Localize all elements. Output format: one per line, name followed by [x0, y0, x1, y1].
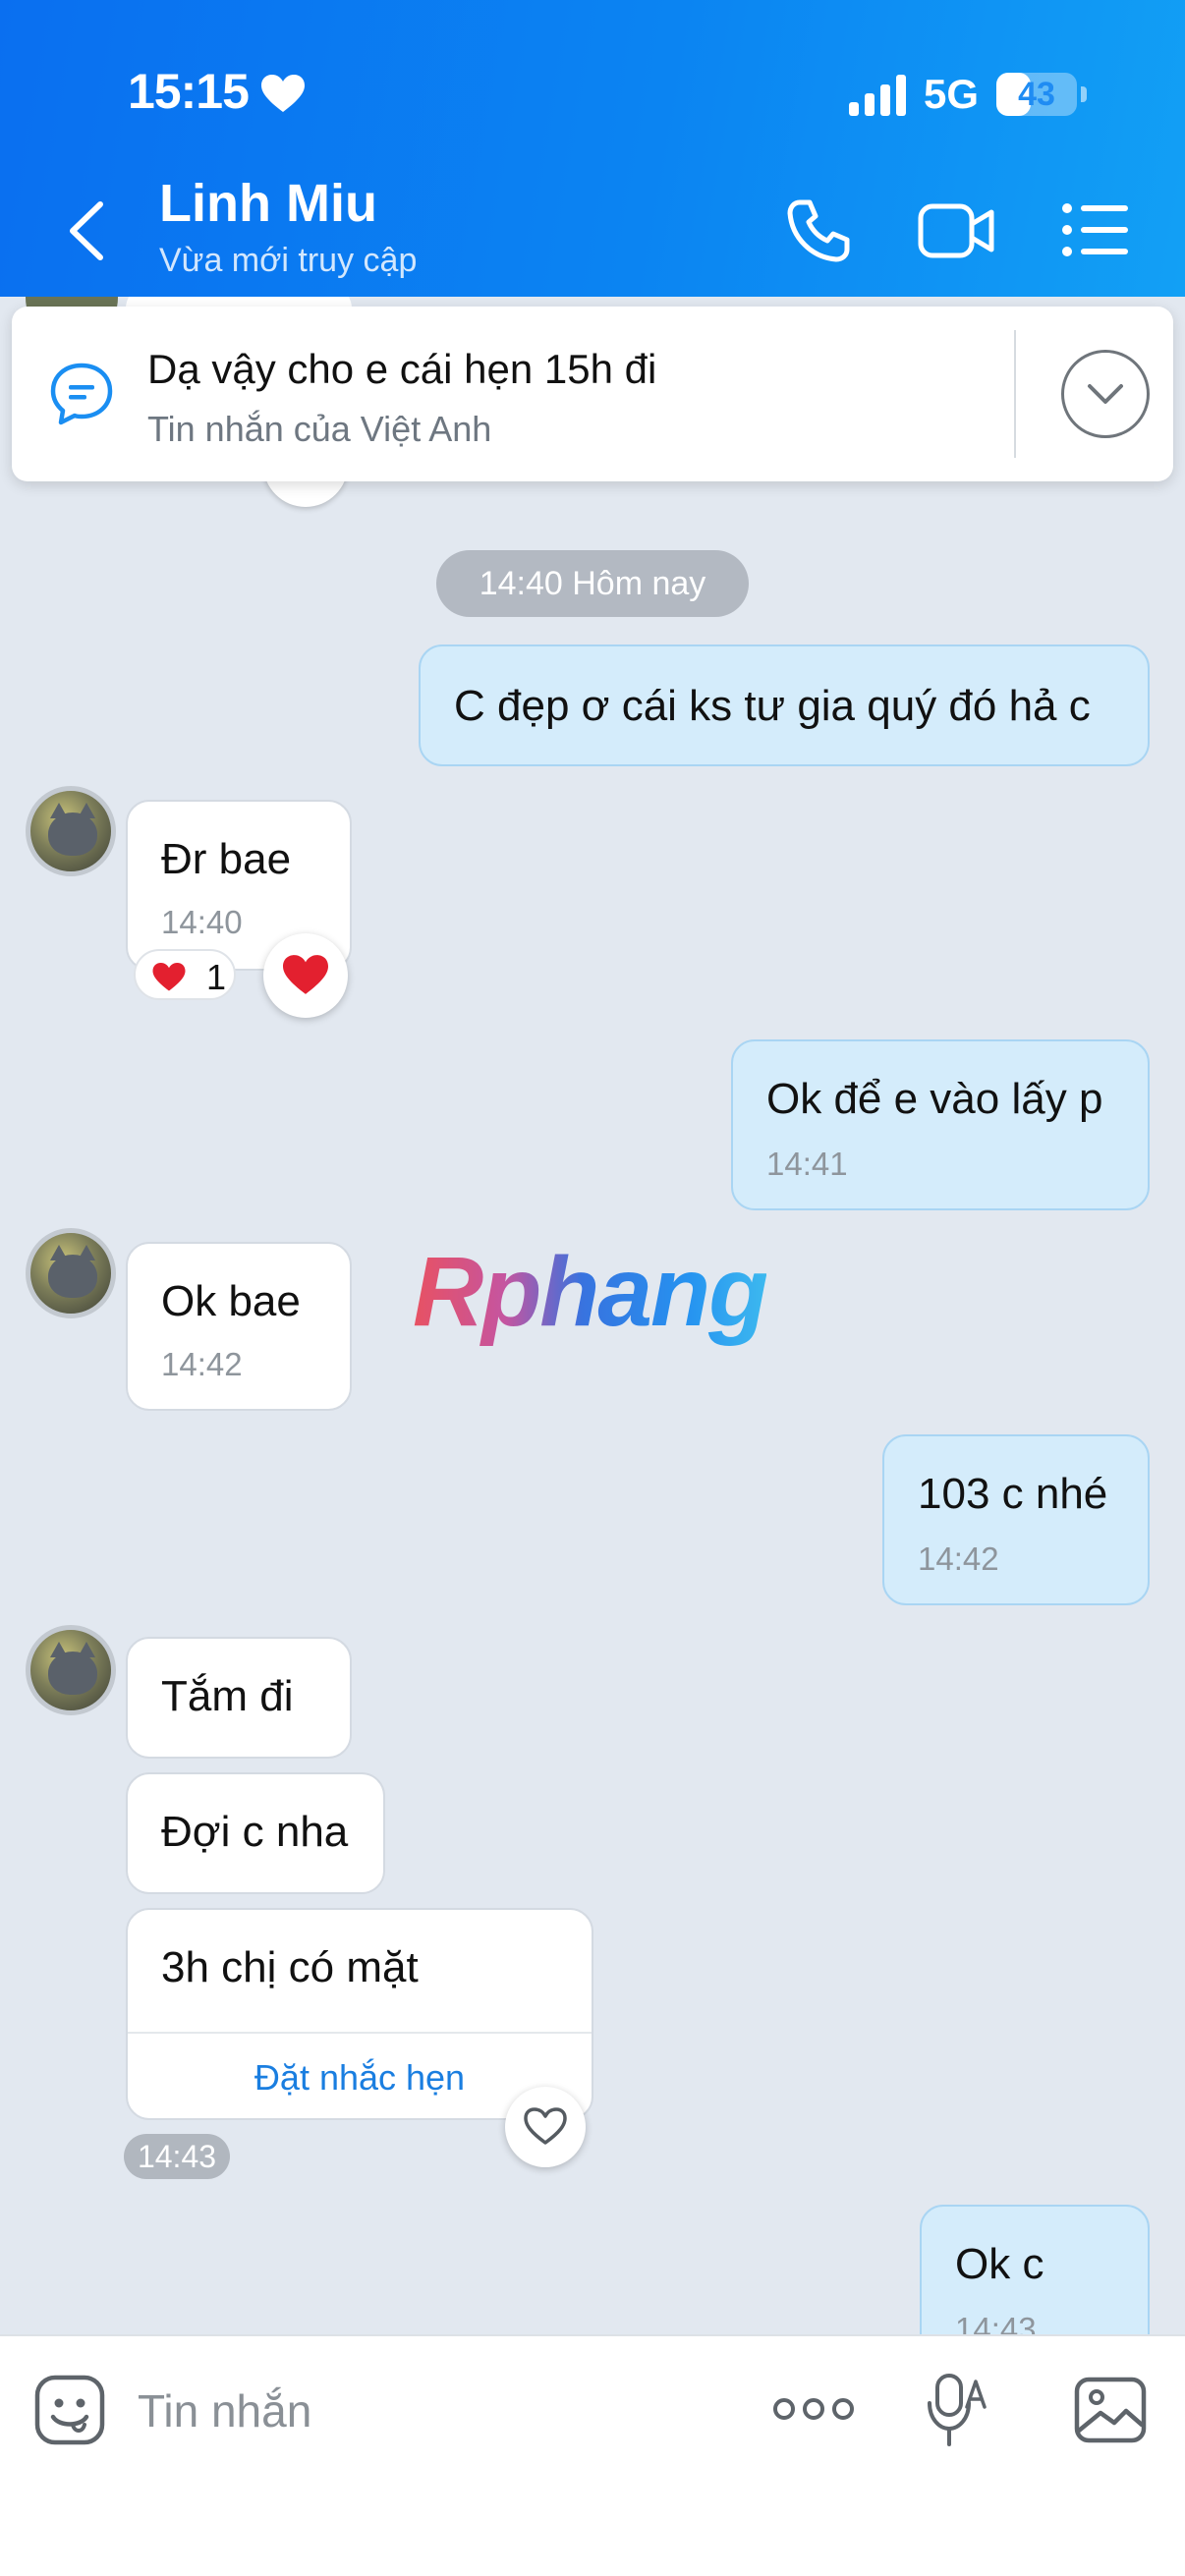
message-bubble-outgoing[interactable]: Ok để e vào lấy p 14:41 — [731, 1039, 1150, 1210]
message-composer — [0, 2334, 1185, 2576]
avatar[interactable] — [26, 1228, 116, 1318]
reaction-button[interactable] — [263, 933, 348, 1018]
message-text: Ok để e vào lấy p — [766, 1075, 1103, 1123]
signal-icon — [849, 75, 906, 116]
avatar[interactable] — [26, 1625, 116, 1715]
message-time: 14:42 — [918, 1540, 999, 1577]
sticker-emoji-icon[interactable] — [33, 2374, 106, 2446]
battery-level: 43 — [1018, 76, 1055, 113]
message-bubble-outgoing[interactable]: C đẹp ơ cái ks tư gia quý đó hả c — [419, 644, 1150, 766]
message-text: 3h chị có mặt — [161, 1943, 419, 1991]
message-bubble-reminder[interactable]: 3h chị có mặt Đặt nhắc hẹn — [126, 1908, 593, 2120]
message-text: Ok bae — [161, 1277, 301, 1325]
pinned-title: Dạ vậy cho e cái hẹn 15h đi — [147, 346, 657, 392]
heart-outline-icon — [524, 2107, 567, 2145]
message-input[interactable] — [138, 2381, 727, 2440]
pinned-message-bar[interactable]: Dạ vậy cho e cái hẹn 15h đi Tin nhắn của… — [12, 307, 1173, 481]
message-text: Đr bae — [161, 835, 292, 883]
message-time-badge: 14:43 — [124, 2134, 230, 2179]
reaction-count: 1 — [206, 957, 227, 997]
avatar[interactable] — [26, 786, 116, 876]
watermark-logo: Rphang — [413, 1237, 768, 1347]
reaction-count-badge[interactable]: 1 — [134, 949, 236, 1000]
image-gallery-icon[interactable] — [1073, 2376, 1148, 2444]
chat-header: 15:15 5G 43 Linh Miu Vừa mới truy cập — [0, 0, 1185, 297]
date-divider: 14:40 Hôm nay — [436, 550, 749, 617]
voice-to-text-icon[interactable] — [928, 2372, 987, 2450]
message-bubble-incoming[interactable]: Ok bae 14:42 — [126, 1242, 352, 1411]
video-icon[interactable] — [918, 200, 996, 261]
status-time: 15:15 — [128, 64, 250, 119]
battery-tip — [1081, 86, 1087, 102]
divider — [128, 2032, 592, 2034]
chevron-down-icon — [1088, 384, 1123, 404]
heart-icon — [261, 75, 305, 112]
network-label: 5G — [924, 71, 980, 117]
contact-name[interactable]: Linh Miu — [159, 173, 377, 234]
message-icon — [50, 363, 113, 425]
message-bubble-outgoing[interactable]: 103 c nhé 14:42 — [882, 1434, 1150, 1605]
pinned-subtitle: Tin nhắn của Việt Anh — [147, 409, 492, 449]
menu-icon[interactable] — [1061, 200, 1130, 259]
call-icon[interactable] — [786, 198, 851, 263]
message-bubble-incoming[interactable]: Tắm đi — [126, 1637, 352, 1759]
message-text: Đợi c nha — [161, 1808, 349, 1856]
message-text: 103 c nhé — [918, 1470, 1108, 1518]
message-text: C đẹp ơ cái ks tư gia quý đó hả c — [454, 682, 1091, 730]
message-bubble-incoming[interactable]: Đợi c nha — [126, 1772, 385, 1894]
battery-indicator: 43 — [996, 73, 1077, 116]
message-text: Tắm đi — [161, 1672, 294, 1720]
heart-reaction-icon — [152, 963, 186, 991]
contact-status: Vừa mới truy cập — [159, 242, 418, 279]
heart-reaction-icon — [283, 955, 328, 994]
expand-pinned-button[interactable] — [1061, 350, 1150, 438]
message-time: 14:40 — [161, 904, 243, 940]
message-time: 14:41 — [766, 1146, 848, 1182]
more-options-icon[interactable] — [772, 2389, 855, 2429]
reaction-button[interactable] — [505, 2087, 586, 2167]
message-text: Ok c — [955, 2240, 1044, 2288]
divider — [1014, 330, 1016, 458]
back-icon[interactable] — [57, 196, 116, 265]
message-time: 14:42 — [161, 1346, 243, 1382]
set-reminder-link[interactable]: Đặt nhắc hẹn — [128, 2057, 592, 2099]
